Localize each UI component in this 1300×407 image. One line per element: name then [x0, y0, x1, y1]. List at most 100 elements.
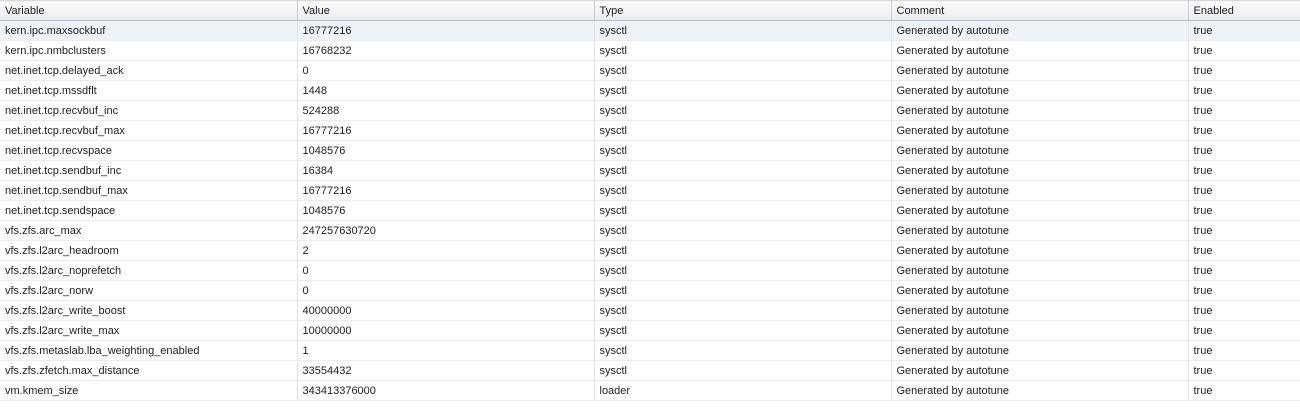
comment-cell: Generated by autotune — [891, 120, 1189, 141]
table-row[interactable]: vfs.zfs.metaslab.lba_weighting_enabled 1 s… — [0, 340, 1300, 361]
value-cell: 0 — [297, 280, 595, 301]
value-cell: 16777216 — [297, 20, 595, 41]
type-cell: sysctl — [594, 180, 892, 201]
table-row[interactable]: vfs.zfs.l2arc_norw 0 sysctl Generated by au… — [0, 280, 1300, 301]
type-cell: sysctl — [594, 200, 892, 221]
table-row[interactable]: net.inet.tcp.sendspace 1048576 sysctl Gener… — [0, 200, 1300, 221]
type-cell: sysctl — [594, 120, 892, 141]
comment-cell: Generated by autotune — [891, 200, 1189, 221]
variable-cell: net.inet.tcp.sendbuf_max — [0, 180, 298, 201]
type-cell: sysctl — [594, 240, 892, 261]
column-header-value[interactable]: Value — [297, 0, 595, 21]
table-row[interactable]: kern.ipc.nmbclusters 16768232 sysctl Genera… — [0, 40, 1300, 61]
variable-cell: net.inet.tcp.recvbuf_inc — [0, 100, 298, 121]
type-cell: sysctl — [594, 340, 892, 361]
type-cell: sysctl — [594, 300, 892, 321]
table-row[interactable]: net.inet.tcp.mssdflt 1448 sysctl Generated … — [0, 80, 1300, 101]
comment-cell: Generated by autotune — [891, 20, 1189, 41]
table-header: Variable Value Type Comment Enabled — [0, 0, 1300, 21]
enabled-cell: true — [1188, 100, 1300, 121]
table-row[interactable]: vfs.zfs.l2arc_noprefetch 0 sysctl Generated… — [0, 260, 1300, 281]
enabled-cell: true — [1188, 60, 1300, 81]
variable-cell: vfs.zfs.l2arc_write_max — [0, 320, 298, 341]
variable-cell: net.inet.tcp.mssdflt — [0, 80, 298, 101]
variable-cell: vfs.zfs.l2arc_norw — [0, 280, 298, 301]
value-cell: 1448 — [297, 80, 595, 101]
enabled-cell: true — [1188, 360, 1300, 381]
table-row[interactable]: kern.ipc.maxsockbuf 16777216 sysctl Generat… — [0, 20, 1300, 41]
enabled-cell: true — [1188, 20, 1300, 41]
enabled-cell: true — [1188, 320, 1300, 341]
comment-cell: Generated by autotune — [891, 180, 1189, 201]
value-cell: 0 — [297, 60, 595, 81]
value-cell: 16777216 — [297, 180, 595, 201]
column-header-enabled[interactable]: Enabled — [1188, 0, 1300, 21]
value-cell: 2 — [297, 240, 595, 261]
comment-cell: Generated by autotune — [891, 220, 1189, 241]
enabled-cell: true — [1188, 240, 1300, 261]
column-header-comment[interactable]: Comment — [891, 0, 1189, 21]
variable-cell: net.inet.tcp.recvbuf_max — [0, 120, 298, 141]
value-cell: 524288 — [297, 100, 595, 121]
value-cell: 343413376000 — [297, 380, 595, 401]
type-cell: sysctl — [594, 40, 892, 61]
enabled-cell: true — [1188, 180, 1300, 201]
table-row[interactable]: net.inet.tcp.sendbuf_inc 16384 sysctl Gener… — [0, 160, 1300, 181]
variable-cell: vfs.zfs.l2arc_write_boost — [0, 300, 298, 321]
enabled-cell: true — [1188, 300, 1300, 321]
table-row[interactable]: net.inet.tcp.recvspace 1048576 sysctl Gener… — [0, 140, 1300, 161]
variable-cell: net.inet.tcp.sendspace — [0, 200, 298, 221]
comment-cell: Generated by autotune — [891, 320, 1189, 341]
type-cell: loader — [594, 380, 892, 401]
comment-cell: Generated by autotune — [891, 380, 1189, 401]
value-cell: 0 — [297, 260, 595, 281]
table-row[interactable]: vfs.zfs.zfetch.max_distance 33554432 sysct… — [0, 360, 1300, 381]
variable-cell: vm.kmem_size — [0, 380, 298, 401]
table-row[interactable]: vfs.zfs.arc_max 247257630720 sysctl Generat… — [0, 220, 1300, 241]
value-cell: 33554432 — [297, 360, 595, 381]
type-cell: sysctl — [594, 260, 892, 281]
value-cell: 1048576 — [297, 140, 595, 161]
comment-cell: Generated by autotune — [891, 60, 1189, 81]
enabled-cell: true — [1188, 140, 1300, 161]
table-row[interactable]: vm.kmem_size 343413376000 loader Generated … — [0, 380, 1300, 401]
type-cell: sysctl — [594, 280, 892, 301]
column-header-variable[interactable]: Variable — [0, 0, 298, 21]
comment-cell: Generated by autotune — [891, 340, 1189, 361]
table-row[interactable]: vfs.zfs.l2arc_headroom 2 sysctl Generated b… — [0, 240, 1300, 261]
variable-cell: vfs.zfs.zfetch.max_distance — [0, 360, 298, 381]
variable-cell: net.inet.tcp.delayed_ack — [0, 60, 298, 81]
table-row[interactable]: net.inet.tcp.delayed_ack 0 sysctl Generated… — [0, 60, 1300, 81]
enabled-cell: true — [1188, 120, 1300, 141]
type-cell: sysctl — [594, 80, 892, 101]
type-cell: sysctl — [594, 360, 892, 381]
table-row[interactable]: net.inet.tcp.recvbuf_inc 524288 sysctl Gene… — [0, 100, 1300, 121]
enabled-cell: true — [1188, 200, 1300, 221]
comment-cell: Generated by autotune — [891, 100, 1189, 121]
variable-cell: vfs.zfs.l2arc_headroom — [0, 240, 298, 261]
comment-cell: Generated by autotune — [891, 360, 1189, 381]
table-row[interactable]: net.inet.tcp.sendbuf_max 16777216 sysctl Ge… — [0, 180, 1300, 201]
type-cell: sysctl — [594, 20, 892, 41]
table-row[interactable]: vfs.zfs.l2arc_write_boost 40000000 sysctl G… — [0, 300, 1300, 321]
enabled-cell: true — [1188, 160, 1300, 181]
type-cell: sysctl — [594, 320, 892, 341]
value-cell: 40000000 — [297, 300, 595, 321]
tunables-grid: Variable Value Type Comment Enabled kern… — [0, 0, 1300, 407]
table-row[interactable]: net.inet.tcp.recvbuf_max 16777216 sysctl Ge… — [0, 120, 1300, 141]
type-cell: sysctl — [594, 140, 892, 161]
variable-cell: kern.ipc.nmbclusters — [0, 40, 298, 61]
comment-cell: Generated by autotune — [891, 260, 1189, 281]
comment-cell: Generated by autotune — [891, 160, 1189, 181]
type-cell: sysctl — [594, 220, 892, 241]
value-cell: 247257630720 — [297, 220, 595, 241]
variable-cell: vfs.zfs.l2arc_noprefetch — [0, 260, 298, 281]
enabled-cell: true — [1188, 260, 1300, 281]
column-header-type[interactable]: Type — [594, 0, 892, 21]
comment-cell: Generated by autotune — [891, 80, 1189, 101]
enabled-cell: true — [1188, 380, 1300, 401]
table-body: kern.ipc.maxsockbuf 16777216 sysctl Generat… — [0, 20, 1300, 401]
variable-cell: kern.ipc.maxsockbuf — [0, 20, 298, 41]
table-row[interactable]: vfs.zfs.l2arc_write_max 10000000 sysctl Gen… — [0, 320, 1300, 341]
value-cell: 16384 — [297, 160, 595, 181]
